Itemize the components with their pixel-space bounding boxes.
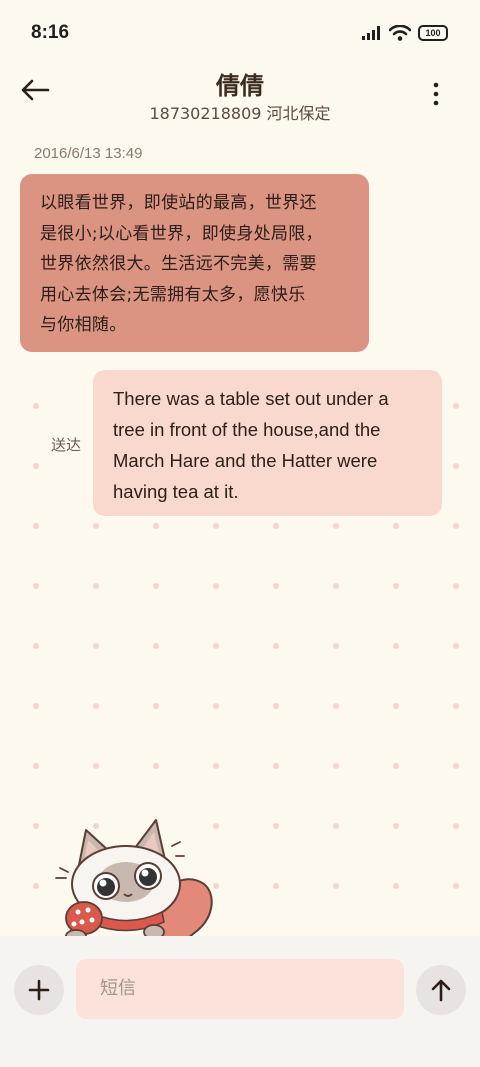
outgoing-message-bubble[interactable]: There was a table set out under a tree i… bbox=[93, 370, 442, 516]
incoming-message-line: 与你相随。 bbox=[40, 315, 127, 335]
composer-bar: 短信 bbox=[0, 936, 480, 1067]
battery-indicator: 100 bbox=[418, 25, 448, 41]
outgoing-message-line: March Hare and the Hatter were bbox=[113, 450, 378, 471]
contact-phone-location: 18730218809 河北保定 bbox=[149, 104, 331, 123]
plus-icon bbox=[28, 979, 50, 1001]
incoming-message-line: 是很小;以心看世界，即使身处局限， bbox=[40, 223, 323, 244]
incoming-message-line: 以眼看世界，即使站的最高，世界还 bbox=[40, 193, 317, 213]
conversation-header: 倩倩 18730218809 河北保定 bbox=[0, 62, 480, 124]
outgoing-message-line: There was a table set out under a bbox=[113, 388, 389, 409]
incoming-message-bubble[interactable]: 以眼看世界，即使站的最高，世界还 是很小;以心看世界，即使身处局限， 世界依然很… bbox=[20, 174, 369, 352]
outgoing-message-line: tree in front of the house,and the bbox=[113, 419, 381, 440]
more-options-button[interactable] bbox=[428, 80, 444, 110]
contact-name: 倩倩 bbox=[216, 72, 264, 100]
send-arrow-up-icon bbox=[431, 979, 451, 1002]
more-vertical-icon bbox=[433, 82, 439, 106]
delivered-status: 送达 bbox=[51, 436, 82, 454]
cat-sticker-illustration bbox=[55, 819, 213, 938]
send-button[interactable] bbox=[416, 965, 466, 1015]
wifi-icon bbox=[389, 25, 411, 41]
status-icons: 100 bbox=[362, 24, 448, 42]
incoming-message-line: 世界依然很大。生活远不完美，需要 bbox=[40, 254, 317, 274]
incoming-message-line: 用心去体会;无需拥有太多，愿快乐 bbox=[40, 284, 306, 305]
status-time: 8:16 bbox=[31, 22, 70, 43]
outgoing-message-line: having tea at it. bbox=[113, 481, 239, 502]
status-bar: 8:16 100 bbox=[0, 0, 480, 66]
message-timestamp: 2016/6/13 13:49 bbox=[34, 145, 143, 162]
message-input[interactable]: 短信 bbox=[76, 959, 404, 1019]
signal-bars-icon bbox=[362, 26, 380, 40]
add-attachment-button[interactable] bbox=[14, 965, 64, 1015]
